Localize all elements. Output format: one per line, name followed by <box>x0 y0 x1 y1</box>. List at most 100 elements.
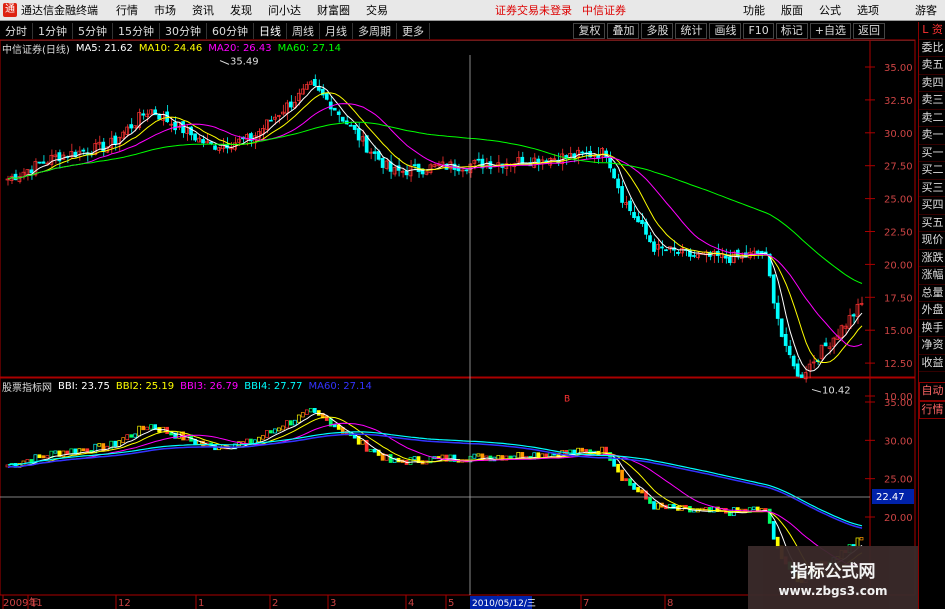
sub-bar <box>53 450 58 454</box>
candle-body <box>680 247 684 254</box>
sub-bar <box>408 457 413 465</box>
sub-bar <box>312 408 317 413</box>
sub-bar <box>257 436 261 443</box>
sub-bar <box>755 506 760 511</box>
panel-item[interactable]: 总量 <box>919 285 945 302</box>
candle-body <box>181 121 185 134</box>
candle-body <box>783 333 788 346</box>
candle-body <box>807 363 812 372</box>
candle-body <box>823 342 828 347</box>
panel-item[interactable]: 卖三 <box>919 92 945 110</box>
sub-bar <box>476 453 481 457</box>
sub-bar <box>751 506 756 510</box>
sub-bar <box>668 504 672 510</box>
candle-body <box>296 92 301 102</box>
panel-item[interactable]: 卖五 <box>919 57 945 75</box>
main-y-tick-label: 12.50 <box>884 359 913 370</box>
main-y-tick-label: 20.00 <box>884 260 913 271</box>
sub-bar <box>292 419 297 426</box>
candle-body <box>751 250 756 255</box>
sub-bar <box>121 437 126 444</box>
candle-body <box>580 151 585 154</box>
candle-body <box>819 344 824 359</box>
main-y-tick-label: 17.50 <box>884 293 913 304</box>
panel-item[interactable]: 外盘 <box>919 302 945 320</box>
candle-body <box>352 125 357 130</box>
panel-item[interactable]: 现价 <box>919 232 945 250</box>
candle-body <box>29 169 34 174</box>
x-axis-label: 5 <box>448 598 454 609</box>
sub-bar <box>304 409 309 415</box>
candle-body <box>384 160 389 169</box>
panel-item[interactable]: 净资 <box>919 337 945 355</box>
candle-body <box>428 164 433 173</box>
bbi3-line <box>7 422 863 566</box>
ma5-line <box>7 85 863 372</box>
auto-button[interactable]: 自动 <box>919 382 945 401</box>
sub-bar <box>771 521 776 540</box>
panel-item[interactable]: 涨跌 <box>919 250 945 267</box>
candle-body <box>799 374 804 378</box>
candle-body <box>324 92 329 100</box>
panel-item[interactable]: 收益 <box>919 355 945 372</box>
candle-body <box>859 303 864 305</box>
candle-body <box>460 169 465 172</box>
candle-body <box>173 121 177 131</box>
candle-body <box>476 158 481 161</box>
panel-item[interactable]: 换手 <box>919 320 945 337</box>
panel-item[interactable]: 卖一 <box>919 127 945 145</box>
candle-body <box>488 161 493 169</box>
sub-bar <box>372 448 377 453</box>
x-axis-label: 1 <box>198 598 204 609</box>
x-axis-label: 3 <box>330 598 336 609</box>
quote-side-panel: L 资 委比 卖五 卖四 卖三 卖二 卖一 买一 买二 买三 买四 买五 现价 涨跌 涨幅 总量 外盘 换手 净资… <box>918 22 945 609</box>
sub-bar <box>245 438 249 444</box>
sub-bar <box>580 447 585 452</box>
main-y-tick-label: 30.00 <box>884 129 913 140</box>
candle-body <box>145 113 150 118</box>
ma60-line <box>7 121 863 284</box>
panel-item[interactable]: 买二 <box>919 162 945 180</box>
sub-bar <box>41 455 46 459</box>
quote-button[interactable]: 行情 <box>919 400 945 419</box>
candle-body <box>795 363 800 377</box>
sub-bar <box>269 430 273 434</box>
low-price-pointer <box>811 388 822 393</box>
candle-body <box>727 256 732 263</box>
main-y-tick-label: 22.50 <box>884 228 913 239</box>
ma60-sub-line <box>7 433 863 529</box>
panel-item[interactable]: 卖四 <box>919 75 945 92</box>
candle-body <box>197 137 201 143</box>
panel-item[interactable]: 委比 <box>919 40 945 57</box>
panel-item[interactable]: 买一 <box>919 145 945 162</box>
candle-body <box>332 107 337 111</box>
candle-body <box>843 325 848 329</box>
crosshair-value: 22.47 <box>876 492 905 503</box>
panel-item[interactable]: 买五 <box>919 215 945 232</box>
sub-bar <box>368 448 373 452</box>
candle-body <box>636 216 640 223</box>
candle-body <box>129 124 134 129</box>
candle-body <box>312 79 317 86</box>
candle-body <box>827 346 832 349</box>
sub-plot-group <box>5 408 864 583</box>
kline-chart[interactable]: 35.00 32.50 30.00 27.50 25.00 22.50 20.00 17.50… <box>0 0 918 609</box>
candle-body <box>360 136 365 142</box>
sub-bar <box>288 420 293 426</box>
candle-body <box>288 101 293 108</box>
candle-body <box>336 111 341 115</box>
panel-item[interactable]: 买三 <box>919 180 945 197</box>
candle-body <box>316 86 321 91</box>
main-y-tick-label: 35.00 <box>884 63 913 74</box>
panel-item[interactable]: 涨幅 <box>919 267 945 285</box>
candle-body <box>340 116 345 122</box>
sub-bar <box>145 426 150 431</box>
panel-item[interactable]: 卖二 <box>919 110 945 127</box>
candle-body <box>628 200 632 212</box>
candle-body <box>644 221 648 235</box>
watermark-title: 指标公式网 <box>790 562 876 582</box>
candle-body <box>448 161 453 170</box>
panel-item[interactable]: 买四 <box>919 197 945 215</box>
candle-body <box>436 164 441 167</box>
sub-bar <box>440 454 445 459</box>
